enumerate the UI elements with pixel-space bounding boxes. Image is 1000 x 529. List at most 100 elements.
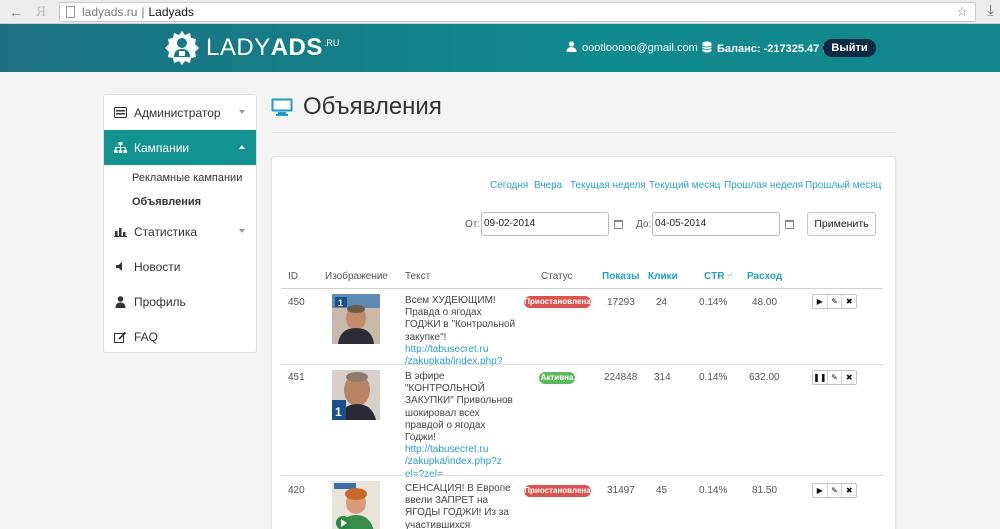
quick-link-this-week[interactable]: Текущая неделя (570, 180, 646, 191)
quick-link-today[interactable]: Сегодня (490, 180, 528, 191)
play-icon[interactable]: ▶ (813, 295, 828, 308)
column-header-ctr[interactable]: CTR ☝ (704, 271, 733, 282)
user-icon (566, 41, 577, 55)
column-header-id: ID (288, 271, 298, 282)
sidebar-subitem-ads[interactable]: Объявления (132, 196, 201, 208)
quick-link-yesterday[interactable]: Вчера (534, 180, 562, 191)
page-title: Объявления (303, 93, 442, 120)
cell-shows: 224848 (604, 372, 638, 383)
sidebar-item-news[interactable]: Новости (104, 249, 256, 284)
sidebar-item-stats[interactable]: Статистика (104, 214, 256, 249)
bookmark-star-icon[interactable]: ☆ (956, 3, 968, 21)
url-separator: | (141, 5, 145, 19)
ad-thumbnail[interactable]: 1 (332, 294, 380, 344)
cell-spend: 48.00 (752, 297, 778, 308)
quick-link-this-month[interactable]: Текущий месяц (649, 180, 720, 191)
logo-badge-icon (164, 30, 200, 66)
logo-text-main: LADY (206, 34, 271, 61)
column-header-image: Изображение (325, 271, 388, 282)
column-header-ctr-label: CTR (704, 271, 725, 282)
status-badge: Приостановлена (524, 296, 591, 308)
ad-text: Всем ХУДЕЮЩИМ! Правда о ягодах ГОДЖИ в "… (405, 295, 517, 368)
tab-title: Ladyads (148, 5, 194, 19)
chevron-down-icon (239, 110, 245, 114)
from-date-input[interactable]: 09-02-2014 (481, 212, 609, 236)
sidebar-item-campaigns[interactable]: Кампании (104, 130, 256, 165)
logout-button[interactable]: Выйти (823, 39, 876, 57)
sidebar-item-label: Администратор (134, 105, 221, 120)
from-label: От: (465, 219, 481, 230)
calendar-icon[interactable] (614, 220, 623, 229)
logo-domain: .RU (323, 38, 340, 48)
sidebar-item-label: Новости (134, 259, 181, 274)
ad-thumbnail[interactable] (332, 481, 380, 529)
page-icon (66, 6, 75, 18)
column-header-text: Текст (405, 271, 431, 282)
close-icon[interactable]: ✖ (842, 371, 856, 384)
ad-text: СЕНСАЦИЯ! В Европе ввели ЗАПРЕТ на ЯГОДЫ… (405, 483, 517, 529)
cell-clicks: 314 (654, 372, 671, 383)
user-email: oootlooooo@gmail.com (582, 42, 698, 54)
status-badge: Приостановлена (524, 485, 591, 497)
url-domain: ladyads.ru (82, 5, 138, 19)
yandex-icon[interactable]: Я (36, 3, 46, 21)
cell-shows: 17293 (607, 297, 635, 308)
row-actions: ▶ ✎ ✖ (812, 294, 857, 309)
sidebar-item-label: Профиль (134, 294, 186, 309)
ad-text-body: В эфире "КОНТРОЛЬНОЙ ЗАКУПКИ" Привольнов… (405, 371, 513, 444)
pencil-icon[interactable]: ✎ (828, 295, 843, 308)
column-header-spend[interactable]: Расход (747, 271, 782, 282)
sidebar-item-profile[interactable]: Профиль (104, 284, 256, 319)
calendar-icon[interactable] (785, 220, 794, 229)
row-actions: ❚❚ ✎ ✖ (812, 370, 857, 385)
ad-text: В эфире "КОНТРОЛЬНОЙ ЗАКУПКИ" Привольнов… (405, 371, 517, 481)
sidebar-item-admin[interactable]: Администратор (104, 95, 256, 130)
quick-link-last-week[interactable]: Прошлая неделя (724, 180, 803, 191)
divider (271, 132, 896, 133)
sidebar: Администратор Кампании Рекламные кампани… (103, 94, 257, 353)
pencil-square-icon (114, 330, 127, 343)
sidebar-item-label: Статистика (134, 224, 198, 239)
address-bar[interactable]: ladyads.ru | Ladyads ☆ (59, 2, 976, 22)
user-icon (114, 295, 127, 308)
pause-icon[interactable]: ❚❚ (813, 371, 828, 384)
row-divider (281, 475, 883, 476)
ad-thumbnail[interactable]: 1 (332, 370, 380, 420)
volume-icon (114, 260, 127, 273)
play-icon[interactable]: ▶ (813, 484, 828, 497)
quick-link-last-month[interactable]: Прошлый месяц (805, 180, 881, 191)
download-icon[interactable]: ⤓ (987, 2, 994, 19)
sidebar-subitem-ad-campaigns[interactable]: Рекламные кампании (132, 172, 242, 184)
balance-info: Баланс: -217325.47 Р (702, 41, 830, 56)
cell-ctr: 0.14% (699, 372, 728, 383)
sidebar-item-label: FAQ (134, 329, 159, 344)
hand-pointer-icon: ☝ (727, 271, 733, 281)
coins-icon (702, 41, 712, 56)
column-header-clicks[interactable]: Клики (648, 271, 678, 282)
cell-id: 420 (288, 485, 305, 496)
back-arrow-icon[interactable]: ← (9, 3, 23, 21)
browser-toolbar: ← Я ladyads.ru | Ladyads ☆ ⤓ (0, 0, 1000, 24)
pencil-icon[interactable]: ✎ (828, 371, 843, 384)
close-icon[interactable]: ✖ (842, 484, 856, 497)
cell-spend: 632.00 (749, 372, 780, 383)
cell-spend: 81.50 (752, 485, 778, 496)
status-badge: Активна (539, 372, 575, 384)
apply-button[interactable]: Применить (807, 212, 876, 236)
pencil-icon[interactable]: ✎ (828, 484, 843, 497)
card-icon (114, 106, 127, 119)
sidebar-item-faq[interactable]: FAQ (104, 319, 256, 354)
site-logo[interactable]: LADYADS .RU (164, 28, 339, 68)
monitor-icon (271, 98, 293, 116)
to-date-input[interactable]: 04-05-2014 (652, 212, 780, 236)
user-info[interactable]: oootlooooo@gmail.com (566, 41, 698, 55)
cell-clicks: 24 (656, 297, 668, 308)
chevron-up-icon (239, 145, 245, 149)
cell-id: 450 (288, 297, 305, 308)
close-icon[interactable]: ✖ (842, 295, 856, 308)
svg-text:1: 1 (338, 298, 343, 308)
row-actions: ▶ ✎ ✖ (812, 483, 857, 498)
row-divider (281, 364, 883, 365)
column-header-shows[interactable]: Показы (602, 271, 640, 282)
sitemap-icon (114, 141, 127, 154)
